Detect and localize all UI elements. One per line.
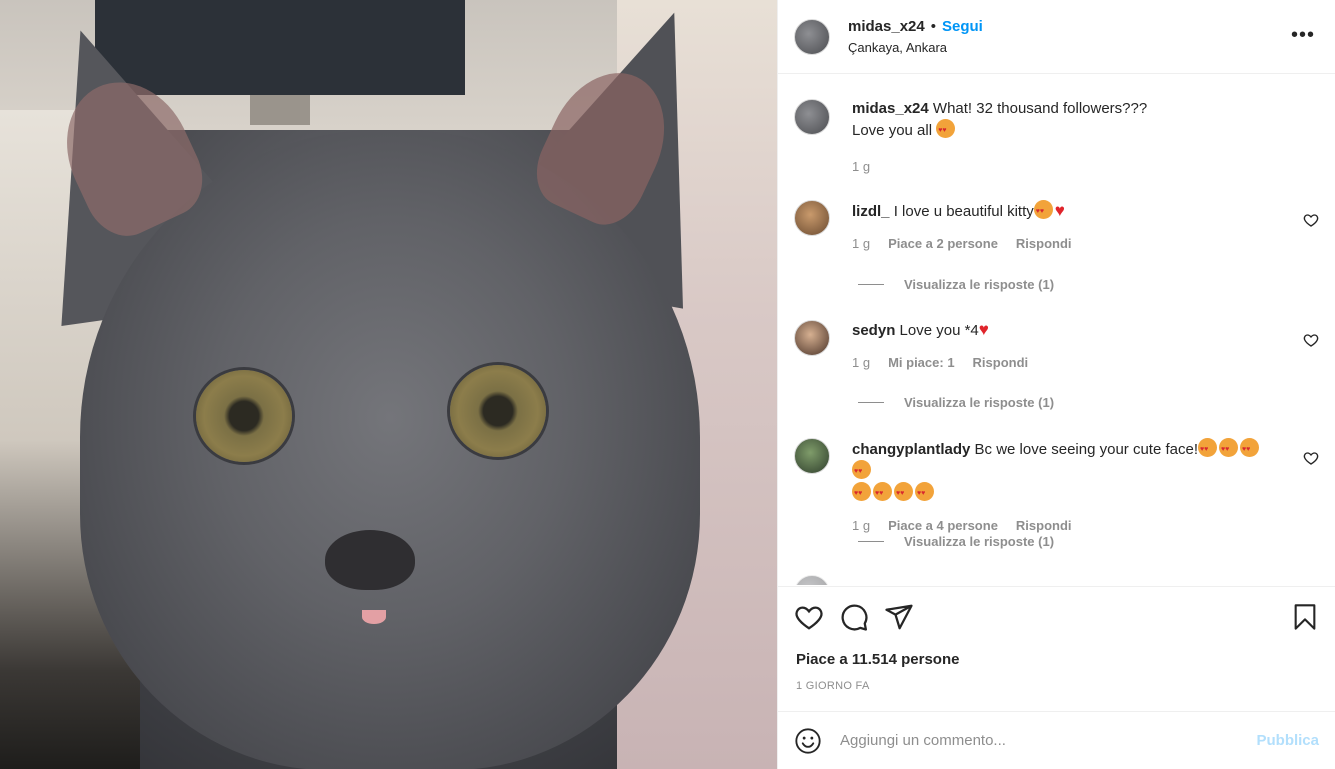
bookmark-icon[interactable] bbox=[1291, 602, 1319, 632]
location-link[interactable]: Çankaya, Ankara bbox=[848, 40, 983, 55]
view-replies-label: Visualizza le risposte (1) bbox=[904, 534, 1055, 549]
comment-time[interactable]: 1 g bbox=[852, 518, 870, 533]
commenter-avatar[interactable] bbox=[794, 200, 830, 236]
share-paper-plane-icon[interactable] bbox=[884, 602, 914, 632]
view-replies-button[interactable]: Visualizza le risposte (1) bbox=[858, 277, 1054, 292]
like-comment-heart-icon[interactable] bbox=[1303, 332, 1319, 348]
commenter-username[interactable]: changyplantlady bbox=[852, 441, 970, 458]
author-avatar[interactable] bbox=[794, 18, 830, 55]
heart-eyes-cat-icon bbox=[1198, 438, 1217, 460]
cat-eye bbox=[196, 370, 292, 462]
post-viewer: midas_x24 • Segui Çankaya, Ankara ••• mi… bbox=[0, 0, 1335, 769]
like-comment-heart-icon[interactable] bbox=[1303, 450, 1319, 466]
caption-text: What! 32 thousand followers??? bbox=[932, 100, 1148, 117]
comment-likes[interactable]: Piace a 4 persone bbox=[888, 518, 998, 533]
comment-time[interactable]: 1 g bbox=[852, 355, 870, 370]
cat-eye bbox=[450, 365, 546, 457]
replies-divider bbox=[858, 402, 884, 403]
caption-text: Love you all bbox=[852, 122, 933, 139]
comments-list[interactable]: midas_x24 What! 32 thousand followers???… bbox=[778, 75, 1335, 585]
heart-eyes-cat-icon bbox=[894, 482, 913, 504]
add-comment-bar: Aggiungi un commento... Pubblica bbox=[778, 711, 1335, 769]
post-timestamp[interactable]: 1 GIORNO FA bbox=[796, 680, 870, 692]
replies-divider bbox=[858, 284, 884, 285]
cat-nose bbox=[325, 530, 415, 590]
like-comment-heart-icon[interactable] bbox=[1303, 212, 1319, 228]
heart-eyes-cat-icon bbox=[936, 119, 956, 141]
caption: midas_x24 What! 32 thousand followers???… bbox=[794, 99, 1319, 174]
post-photo[interactable] bbox=[0, 0, 777, 769]
post-header: midas_x24 • Segui Çankaya, Ankara ••• bbox=[778, 0, 1335, 74]
commenter-avatar[interactable] bbox=[794, 438, 830, 474]
heart-eyes-cat-icon bbox=[1219, 438, 1238, 460]
heart-eyes-cat-icon bbox=[873, 482, 892, 504]
red-heart-icon: ♥ bbox=[1054, 201, 1065, 220]
comment-input[interactable]: Aggiungi un commento... bbox=[840, 732, 1256, 749]
view-replies-label: Visualizza le risposte (1) bbox=[904, 395, 1055, 410]
comment: sedyn Love you *4♥ 1 g Mi piace: 1 Rispo… bbox=[794, 320, 1319, 370]
heart-eyes-cat-icon bbox=[852, 460, 871, 482]
replies-divider bbox=[858, 541, 884, 542]
comment: changyplantlady Bc we love seeing your c… bbox=[794, 438, 1319, 533]
view-replies-button[interactable]: Visualizza le risposte (1) bbox=[858, 395, 1054, 410]
comment-likes[interactable]: Piace a 2 persone bbox=[888, 236, 998, 251]
caption-username[interactable]: midas_x24 bbox=[852, 100, 929, 117]
view-replies-label: Visualizza le risposte (1) bbox=[904, 277, 1055, 292]
cat-tongue bbox=[362, 610, 386, 624]
commenter-avatar[interactable] bbox=[794, 575, 830, 585]
author-avatar[interactable] bbox=[794, 99, 830, 135]
commenter-username[interactable]: sedyn bbox=[852, 322, 895, 339]
reply-button[interactable]: Rispondi bbox=[973, 355, 1029, 370]
comment-time[interactable]: 1 g bbox=[852, 236, 870, 251]
reply-button[interactable]: Rispondi bbox=[1016, 236, 1072, 251]
separator-dot: • bbox=[930, 18, 936, 35]
more-horizontal-icon[interactable]: ••• bbox=[1291, 24, 1315, 47]
comment-time[interactable]: 1 g bbox=[852, 159, 870, 174]
publish-button[interactable]: Pubblica bbox=[1256, 732, 1319, 749]
comment-text: Love you *4 bbox=[899, 322, 979, 339]
likes-count[interactable]: Piace a 11.514 persone bbox=[796, 651, 959, 668]
commenter-avatar[interactable] bbox=[794, 320, 830, 356]
comment-text: I love u beautiful kitty bbox=[893, 203, 1034, 220]
heart-eyes-cat-icon bbox=[1240, 438, 1259, 460]
commenter-username[interactable]: lizdl_ bbox=[852, 203, 890, 220]
post-actions: Piace a 11.514 persone 1 GIORNO FA bbox=[778, 586, 1335, 710]
post-sidebar: midas_x24 • Segui Çankaya, Ankara ••• mi… bbox=[777, 0, 1335, 769]
cat-head bbox=[80, 130, 700, 769]
heart-eyes-cat-icon bbox=[915, 482, 934, 504]
author-meta: midas_x24 • Segui Çankaya, Ankara bbox=[848, 18, 983, 55]
comment-bubble-icon[interactable] bbox=[839, 602, 869, 632]
view-replies-button[interactable]: Visualizza le risposte (1) bbox=[858, 534, 1054, 549]
author-username[interactable]: midas_x24 bbox=[848, 18, 925, 35]
like-heart-icon[interactable] bbox=[794, 602, 824, 632]
comment-likes[interactable]: Mi piace: 1 bbox=[888, 355, 954, 370]
red-heart-icon: ♥ bbox=[978, 320, 989, 339]
emoji-smiley-icon[interactable] bbox=[794, 727, 822, 755]
reply-button[interactable]: Rispondi bbox=[1016, 518, 1072, 533]
comment-text: Bc we love seeing your cute face! bbox=[974, 441, 1198, 458]
heart-eyes-cat-icon bbox=[852, 482, 871, 504]
heart-eyes-icon bbox=[1033, 200, 1053, 222]
follow-button[interactable]: Segui bbox=[942, 18, 983, 35]
comment: lizdl_ I love u beautiful kitty ♥ 1 g Pia… bbox=[794, 200, 1319, 251]
